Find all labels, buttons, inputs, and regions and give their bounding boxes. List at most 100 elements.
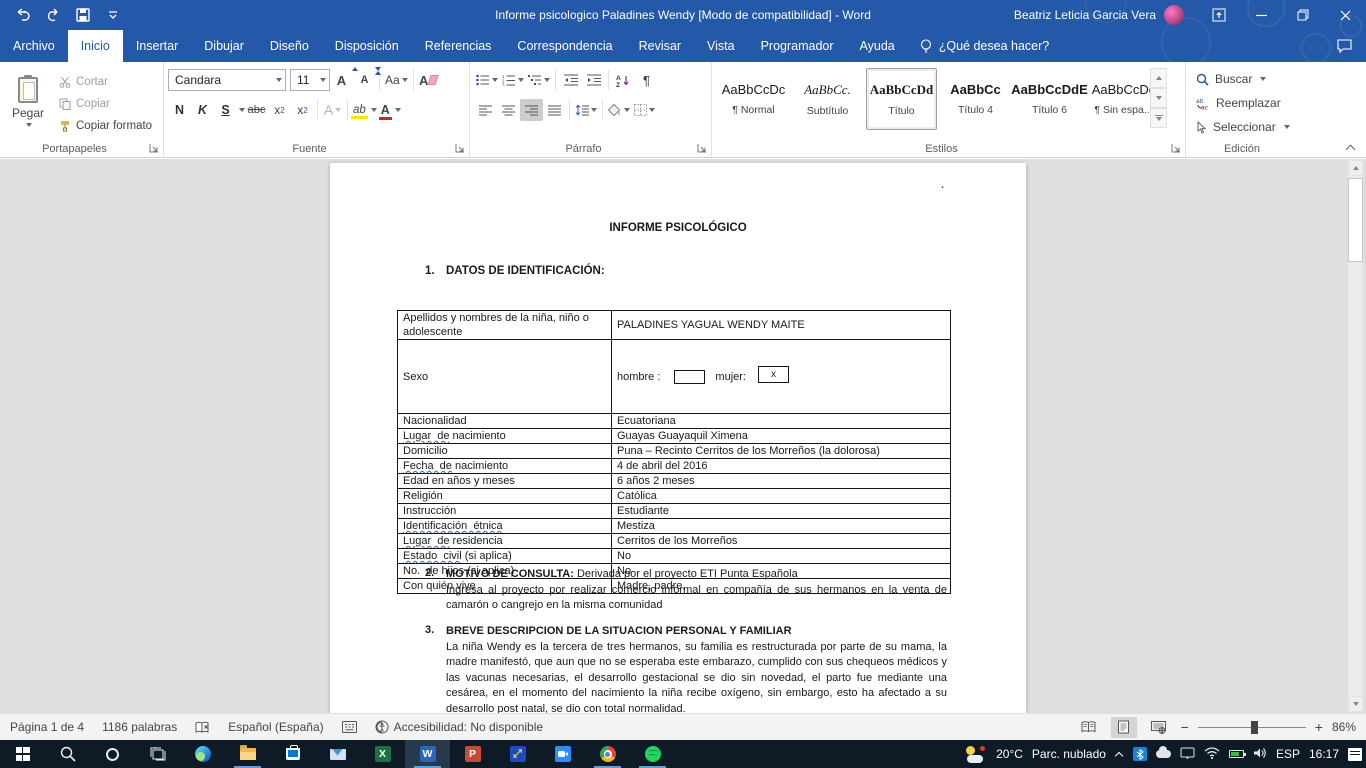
- find-button[interactable]: Buscar: [1190, 67, 1294, 91]
- tab-diseno[interactable]: Diseño: [257, 30, 322, 62]
- borders-button[interactable]: [632, 99, 657, 121]
- read-mode-button[interactable]: [1076, 717, 1102, 738]
- tab-archivo[interactable]: Archivo: [0, 30, 68, 62]
- vertical-scrollbar[interactable]: [1348, 160, 1363, 712]
- tab-correspondencia[interactable]: Correspondencia: [504, 30, 625, 62]
- increase-indent-button[interactable]: [582, 69, 605, 91]
- page-indicator[interactable]: Página 1 de 4: [10, 720, 84, 734]
- keyboard-language[interactable]: ESP: [1276, 747, 1300, 761]
- taskbar-remote-desktop[interactable]: ⤢: [495, 740, 540, 768]
- font-color-button[interactable]: A: [379, 99, 403, 121]
- taskbar-search-button[interactable]: [45, 740, 90, 768]
- dialog-launcher-icon[interactable]: [149, 143, 159, 153]
- taskbar-mail[interactable]: [315, 740, 360, 768]
- taskbar-spotify[interactable]: [630, 740, 675, 768]
- undo-button[interactable]: [10, 3, 36, 27]
- section-1-heading[interactable]: 1. DATOS DE IDENTIFICACIÓN:: [425, 265, 605, 277]
- taskbar-powerpoint[interactable]: P: [450, 740, 495, 768]
- print-layout-button[interactable]: [1111, 717, 1137, 738]
- restore-button[interactable]: [1282, 0, 1324, 30]
- tab-dibujar[interactable]: Dibujar: [191, 30, 257, 62]
- align-right-button[interactable]: [520, 99, 543, 121]
- paste-button[interactable]: Pegar: [4, 67, 52, 137]
- dialog-launcher-icon[interactable]: [455, 143, 465, 153]
- cast-icon[interactable]: [1180, 747, 1195, 762]
- dialog-launcher-icon[interactable]: [1171, 143, 1181, 153]
- text-effects-button[interactable]: A: [321, 99, 344, 121]
- weather-text[interactable]: Parc. nublado: [1032, 747, 1106, 761]
- taskbar-edge[interactable]: [180, 740, 225, 768]
- justify-button[interactable]: [543, 99, 566, 121]
- clock[interactable]: 16:17: [1309, 747, 1339, 761]
- redo-button[interactable]: [40, 3, 66, 27]
- superscript-button[interactable]: x2: [291, 99, 314, 121]
- shading-button[interactable]: [606, 99, 632, 121]
- proofing-errors-button[interactable]: [195, 721, 210, 734]
- tab-inicio[interactable]: Inicio: [68, 30, 123, 62]
- bold-button[interactable]: N: [168, 99, 191, 121]
- scroll-down-button[interactable]: [1348, 696, 1363, 712]
- keyboard-shortcuts-button[interactable]: [342, 721, 357, 733]
- format-painter-button[interactable]: Copiar formato: [56, 115, 155, 136]
- decrease-indent-button[interactable]: [559, 69, 582, 91]
- cortana-button[interactable]: [90, 740, 135, 768]
- account-name[interactable]: Beatriz Leticia Garcia Vera: [1014, 8, 1156, 22]
- onedrive-icon[interactable]: [1156, 750, 1171, 758]
- taskbar-zoom[interactable]: [540, 740, 585, 768]
- document-title[interactable]: INFORME PSICOLÓGICO: [330, 222, 1026, 234]
- taskbar-file-explorer[interactable]: [225, 740, 270, 768]
- cut-button[interactable]: Cortar: [56, 71, 155, 92]
- style-normal[interactable]: AaBbCcDc ¶ Normal: [718, 68, 789, 130]
- italic-button[interactable]: K: [191, 99, 214, 121]
- change-case-button[interactable]: Aa: [383, 69, 410, 91]
- style-sin-espaciado[interactable]: AaBbCcDc ¶ Sin espa...: [1088, 68, 1159, 130]
- scroll-up-button[interactable]: [1348, 160, 1363, 176]
- subscript-button[interactable]: x2: [268, 99, 291, 121]
- zoom-slider-handle[interactable]: [1251, 721, 1258, 734]
- sort-button[interactable]: AZ: [612, 69, 635, 91]
- zoom-in-button[interactable]: +: [1315, 719, 1323, 735]
- dialog-launcher-icon[interactable]: [697, 143, 707, 153]
- collapse-ribbon-button[interactable]: [1346, 144, 1356, 152]
- taskbar-microsoft-store[interactable]: [270, 740, 315, 768]
- hombre-checkbox[interactable]: [674, 370, 705, 384]
- tab-referencias[interactable]: Referencias: [412, 30, 505, 62]
- taskbar-excel[interactable]: X: [360, 740, 405, 768]
- weather-icon[interactable]: [965, 746, 987, 763]
- align-left-button[interactable]: [474, 99, 497, 121]
- start-button[interactable]: [0, 740, 45, 768]
- tab-disposicion[interactable]: Disposición: [322, 30, 412, 62]
- volume-icon[interactable]: [1253, 747, 1267, 762]
- grow-font-button[interactable]: A: [330, 69, 353, 91]
- styles-scroll-down-button[interactable]: [1150, 88, 1167, 108]
- style-subtitulo[interactable]: AaBbCc. Subtítulo: [792, 68, 863, 130]
- shrink-font-button[interactable]: A: [353, 69, 376, 91]
- bullets-button[interactable]: [474, 69, 500, 91]
- tab-insertar[interactable]: Insertar: [123, 30, 191, 62]
- highlight-color-button[interactable]: ab: [351, 99, 379, 121]
- zoom-slider[interactable]: [1198, 727, 1306, 728]
- clear-formatting-button[interactable]: A: [417, 69, 440, 91]
- select-button[interactable]: Seleccionar: [1190, 115, 1294, 139]
- notifications-icon[interactable]: [1348, 748, 1362, 761]
- avatar[interactable]: [1164, 5, 1184, 25]
- styles-scroll-up-button[interactable]: [1150, 68, 1167, 88]
- line-spacing-button[interactable]: [573, 99, 599, 121]
- strikethrough-button[interactable]: abc: [245, 99, 268, 121]
- document-page[interactable]: . INFORME PSICOLÓGICO 1. DATOS DE IDENTI…: [330, 163, 1026, 713]
- taskbar-chrome[interactable]: [585, 740, 630, 768]
- style-titulo[interactable]: AaBbCcDd Título: [866, 68, 937, 130]
- customize-quick-access-button[interactable]: [100, 3, 126, 27]
- tell-me-box[interactable]: ¿Qué desea hacer?: [908, 30, 1062, 62]
- accessibility-status[interactable]: Accesibilidad: No disponible: [375, 720, 543, 734]
- show-paragraph-marks-button[interactable]: ¶: [635, 69, 658, 91]
- comments-button[interactable]: [1322, 30, 1366, 62]
- underline-button[interactable]: S: [214, 99, 237, 121]
- zoom-level[interactable]: 86%: [1332, 720, 1356, 734]
- numbering-button[interactable]: 123: [500, 69, 526, 91]
- web-layout-button[interactable]: [1146, 717, 1172, 738]
- word-count[interactable]: 1186 palabras: [102, 720, 177, 734]
- align-center-button[interactable]: [497, 99, 520, 121]
- tab-programador[interactable]: Programador: [748, 30, 847, 62]
- copy-button[interactable]: Copiar: [56, 93, 155, 114]
